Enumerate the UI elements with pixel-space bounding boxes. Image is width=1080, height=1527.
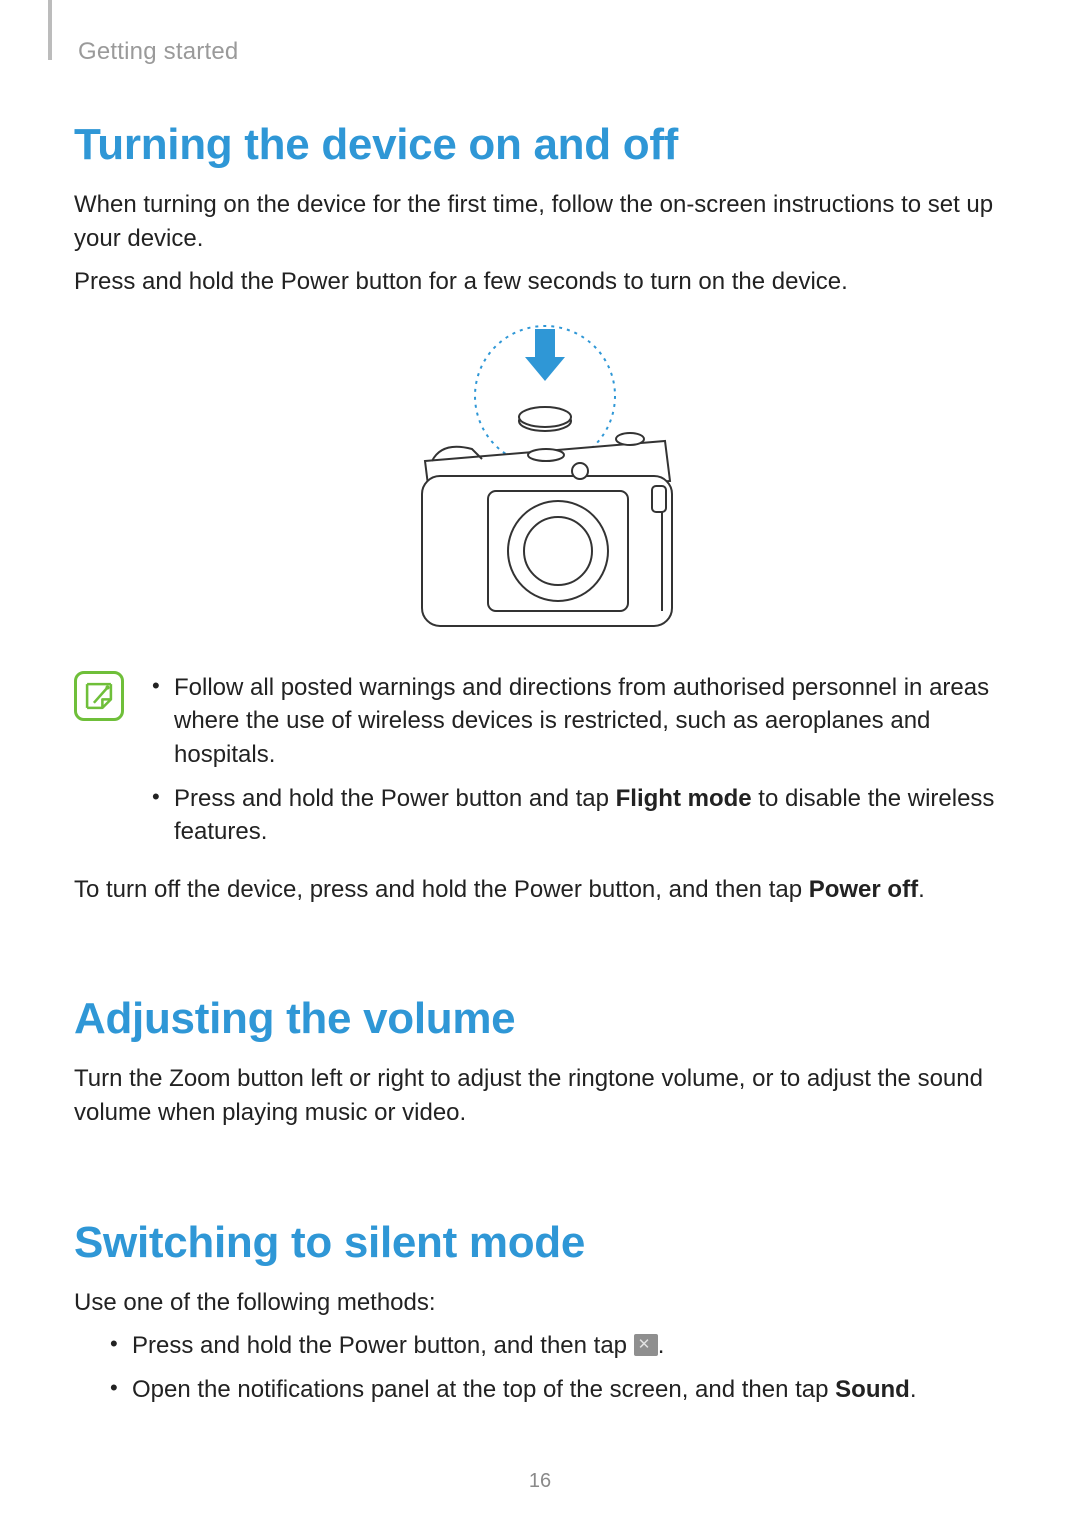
silent-para-1: Use one of the following methods: bbox=[74, 1286, 1006, 1320]
p3-post: . bbox=[918, 876, 925, 903]
note-item-pre: Press and hold the Power button and tap bbox=[174, 785, 616, 812]
header-rule bbox=[48, 0, 52, 60]
silent-item-pre: Open the notifications panel at the top … bbox=[132, 1376, 835, 1403]
heading-silent: Switching to silent mode bbox=[74, 1218, 1006, 1268]
note-item: Follow all posted warnings and direction… bbox=[146, 671, 1006, 772]
silent-item-bold: Sound bbox=[835, 1376, 910, 1403]
silent-item-post: . bbox=[910, 1376, 917, 1403]
manual-page: Getting started Turning the device on an… bbox=[0, 0, 1080, 1527]
heading-power: Turning the device on and off bbox=[74, 120, 1006, 170]
power-figure bbox=[74, 321, 1006, 641]
silent-item-post: . bbox=[658, 1332, 665, 1359]
p3-pre: To turn off the device, press and hold t… bbox=[74, 876, 809, 903]
page-number: 16 bbox=[0, 1470, 1080, 1493]
breadcrumb: Getting started bbox=[78, 38, 1006, 66]
silent-item-pre: Press and hold the Power button, and the… bbox=[132, 1332, 634, 1359]
note-item-bold: Flight mode bbox=[616, 785, 752, 812]
heading-volume: Adjusting the volume bbox=[74, 994, 1006, 1044]
silent-list: Press and hold the Power button, and the… bbox=[104, 1329, 1006, 1406]
arrow-down-icon bbox=[525, 329, 565, 381]
note-item-text: Follow all posted warnings and direction… bbox=[174, 674, 989, 768]
list-item: Open the notifications panel at the top … bbox=[104, 1373, 1006, 1407]
note-item: Press and hold the Power button and tap … bbox=[146, 782, 1006, 849]
power-para-3: To turn off the device, press and hold t… bbox=[74, 873, 1006, 907]
note-block: Follow all posted warnings and direction… bbox=[74, 671, 1006, 859]
note-list: Follow all posted warnings and direction… bbox=[146, 671, 1006, 859]
volume-para-1: Turn the Zoom button left or right to ad… bbox=[74, 1062, 1006, 1129]
power-para-1: When turning on the device for the first… bbox=[74, 188, 1006, 255]
p3-bold: Power off bbox=[809, 876, 918, 903]
camera-power-illustration bbox=[370, 321, 710, 641]
list-item: Press and hold the Power button, and the… bbox=[104, 1329, 1006, 1363]
note-icon bbox=[74, 671, 124, 721]
power-para-2: Press and hold the Power button for a fe… bbox=[74, 265, 1006, 299]
mute-icon bbox=[634, 1334, 658, 1356]
